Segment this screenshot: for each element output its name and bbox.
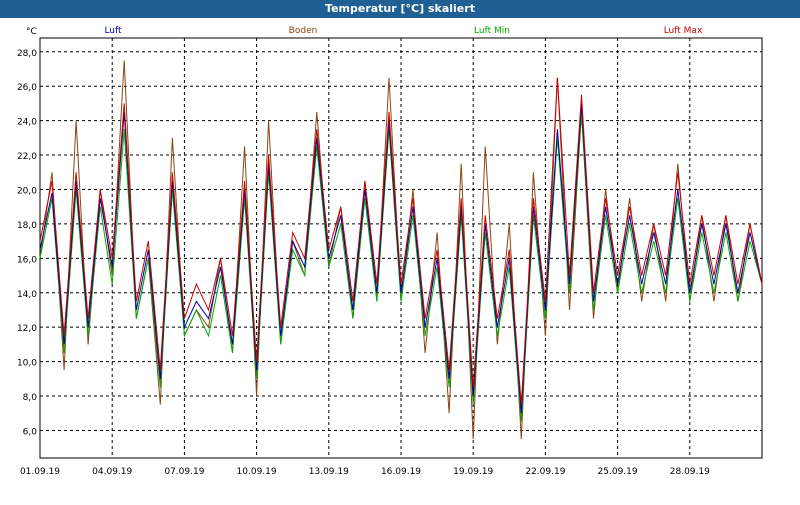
temperature-chart: 6,0 8,0 10,0 12,0 14,0 16,0 18,0 20,0 22,0 24,0 26… — [17, 26, 763, 477]
x-tick-label: 01.09.19 — [20, 467, 60, 477]
y-axis-label: °C — [26, 27, 37, 37]
x-tick-label: 28.09.19 — [670, 467, 710, 477]
x-tick-label: 13.09.19 — [309, 467, 349, 477]
legend-entry-luft-max: Luft Max — [664, 26, 703, 36]
y-tick-label: 10,0 — [17, 359, 37, 369]
y-tick-label: 22,0 — [17, 152, 37, 162]
y-tick-label: 26,0 — [17, 83, 37, 93]
y-tick-label: 12,0 — [17, 324, 37, 334]
y-tick-label: 8,0 — [23, 393, 38, 403]
y-tick-label: 16,0 — [17, 255, 37, 265]
chart-area: 6,0 8,0 10,0 12,0 14,0 16,0 18,0 20,0 22,0 24,0 26… — [0, 18, 800, 500]
x-tick-label: 19.09.19 — [453, 467, 493, 477]
y-tick-label: 24,0 — [17, 118, 37, 128]
chart-window: Temperatur [°C] skaliert 6,0 8,0 10,0 12,0 1… — [0, 0, 800, 500]
window-title: Temperatur [°C] skaliert — [0, 0, 800, 18]
x-tick-label: 04.09.19 — [92, 467, 132, 477]
y-tick-label: 6,0 — [23, 427, 38, 437]
y-tick-label: 28,0 — [17, 49, 37, 59]
legend-entry-luft: Luft — [104, 26, 122, 36]
legend-entry-boden: Boden — [289, 26, 318, 36]
y-tick-label: 18,0 — [17, 221, 37, 231]
x-tick-label: 25.09.19 — [598, 467, 638, 477]
legend-entry-luft-min: Luft Min — [474, 26, 510, 36]
x-tick-label: 22.09.19 — [525, 467, 565, 477]
x-tick-label: 10.09.19 — [237, 467, 277, 477]
y-tick-label: 20,0 — [17, 186, 37, 196]
x-tick-label: 07.09.19 — [164, 467, 204, 477]
x-tick-label: 16.09.19 — [381, 467, 421, 477]
y-tick-label: 14,0 — [17, 290, 37, 300]
